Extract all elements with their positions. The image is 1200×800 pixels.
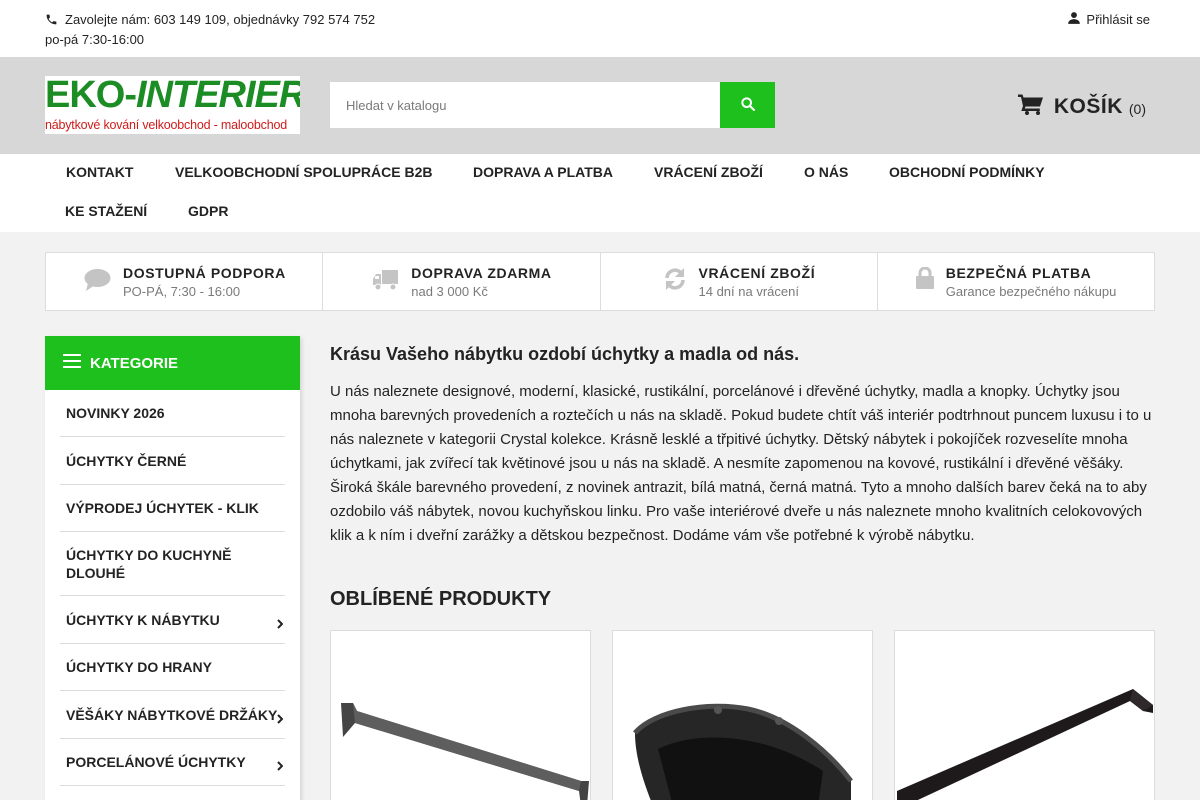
main-content: Krásu Vašeho nábytku ozdobí úchytky a ma… bbox=[330, 336, 1155, 548]
phone-icon bbox=[45, 13, 59, 31]
chevron-right-icon bbox=[277, 757, 284, 775]
page-heading: Krásu Vašeho nábytku ozdobí úchytky a ma… bbox=[330, 344, 800, 364]
categories-title: KATEGORIE bbox=[90, 354, 179, 372]
search-input[interactable] bbox=[330, 82, 720, 128]
nav-item-kontakt[interactable]: KONTAKT bbox=[66, 164, 133, 180]
category-item[interactable]: ÚCHYTKY DO KUCHYNĚ DLOUHÉ bbox=[60, 532, 285, 596]
nav-item-b2b[interactable]: VELKOOBCHODNÍ SPOLUPRÁCE B2B bbox=[175, 164, 432, 180]
cart-button[interactable]: KOŠÍK (0) bbox=[1017, 93, 1146, 120]
contact-info: Zavolejte nám: 603 149 109, objednávky 7… bbox=[45, 11, 375, 49]
nav-item-podminky[interactable]: OBCHODNÍ PODMÍNKY bbox=[889, 164, 1045, 180]
contact-phones: Zavolejte nám: 603 149 109, objednávky 7… bbox=[65, 12, 376, 27]
product-card[interactable] bbox=[330, 630, 591, 800]
feature-title: VRÁCENÍ ZBOŽÍ bbox=[698, 265, 816, 281]
truck-icon bbox=[373, 269, 399, 296]
feature-title: DOPRAVA ZDARMA bbox=[411, 265, 552, 281]
category-item[interactable]: PORCELÁNOVÉ ÚCHYTKY bbox=[60, 739, 285, 786]
nav-item-gdpr[interactable]: GDPR bbox=[188, 203, 228, 219]
top-bar: Zavolejte nám: 603 149 109, objednávky 7… bbox=[0, 0, 1200, 57]
feature-returns: VRÁCENÍ ZBOŽÍ 14 dní na vrácení bbox=[601, 253, 878, 310]
logo-tagline: nábytkové kování velkoobchod - maloobcho… bbox=[45, 118, 287, 132]
category-list: NOVINKY 2026 ÚCHYTKY ČERNÉ VÝPRODEJ ÚCHY… bbox=[45, 390, 300, 786]
chat-bubble-icon bbox=[84, 268, 111, 297]
product-grid bbox=[330, 630, 1155, 800]
site-logo[interactable]: EKO-INTERIER nábytkové kování velkoobcho… bbox=[45, 76, 300, 134]
section-title: OBLÍBENÉ PRODUKTY bbox=[330, 588, 552, 610]
user-icon bbox=[1067, 11, 1081, 29]
search-button[interactable] bbox=[720, 82, 775, 128]
product-image bbox=[331, 703, 590, 800]
category-item[interactable]: ÚCHYTKY ČERNÉ bbox=[60, 437, 285, 485]
product-image bbox=[613, 703, 872, 800]
feature-support: DOSTUPNÁ PODPORA PO-PÁ, 7:30 - 16:00 bbox=[46, 253, 324, 310]
shopping-cart-icon bbox=[1017, 93, 1044, 120]
feature-payment: BEZPEČNÁ PLATBA Garance bezpečného nákup… bbox=[878, 253, 1154, 310]
category-item[interactable]: ÚCHYTKY K NÁBYTKU bbox=[60, 596, 285, 644]
features-bar: DOSTUPNÁ PODPORA PO-PÁ, 7:30 - 16:00 DOP… bbox=[45, 252, 1155, 311]
feature-subtitle: nad 3 000 Kč bbox=[411, 284, 488, 299]
category-item[interactable]: NOVINKY 2026 bbox=[60, 390, 285, 437]
feature-shipping: DOPRAVA ZDARMA nad 3 000 Kč bbox=[323, 253, 601, 310]
nav-item-ke-stazeni[interactable]: KE STAŽENÍ bbox=[65, 203, 147, 219]
search-bar bbox=[330, 82, 775, 128]
feature-title: BEZPEČNÁ PLATBA bbox=[945, 265, 1092, 281]
chevron-right-icon bbox=[277, 615, 284, 633]
main-nav: KONTAKT VELKOOBCHODNÍ SPOLUPRÁCE B2B DOP… bbox=[0, 154, 1200, 232]
feature-subtitle: Garance bezpečného nákupu bbox=[945, 284, 1117, 299]
category-sidebar: KATEGORIE NOVINKY 2026 ÚCHYTKY ČERNÉ VÝP… bbox=[45, 336, 300, 800]
header: EKO-INTERIER nábytkové kování velkoobcho… bbox=[0, 57, 1200, 154]
nav-item-doprava[interactable]: DOPRAVA A PLATBA bbox=[473, 164, 613, 180]
lock-icon bbox=[915, 266, 934, 294]
cart-count: (0) bbox=[1128, 100, 1146, 117]
contact-hours: po-pá 7:30-16:00 bbox=[45, 32, 145, 47]
nav-item-vraceni[interactable]: VRÁCENÍ ZBOŽÍ bbox=[654, 164, 763, 180]
feature-subtitle: 14 dní na vrácení bbox=[698, 284, 799, 299]
product-card[interactable] bbox=[612, 630, 873, 800]
feature-title: DOSTUPNÁ PODPORA bbox=[123, 265, 286, 281]
login-link[interactable]: Přihlásit se bbox=[1067, 11, 1150, 29]
hamburger-menu-icon bbox=[63, 354, 81, 372]
category-item[interactable]: VĚŠÁKY NÁBYTKOVÉ DRŽÁKY bbox=[60, 691, 285, 739]
category-item[interactable]: ÚCHYTKY DO HRANY bbox=[60, 644, 285, 691]
nav-item-o-nas[interactable]: O NÁS bbox=[804, 164, 848, 180]
product-card[interactable] bbox=[894, 630, 1155, 800]
feature-subtitle: PO-PÁ, 7:30 - 16:00 bbox=[123, 284, 241, 299]
logo-wordmark: EKO-INTERIER bbox=[45, 76, 300, 116]
intro-text: U nás naleznete designové, moderní, klas… bbox=[330, 383, 1152, 544]
login-label: Přihlásit se bbox=[1086, 12, 1150, 27]
category-item[interactable]: VÝPRODEJ ÚCHYTEK - KLIK bbox=[60, 485, 285, 532]
product-image bbox=[895, 689, 1154, 800]
chevron-right-icon bbox=[277, 710, 284, 728]
categories-header[interactable]: KATEGORIE bbox=[45, 336, 300, 390]
refresh-icon bbox=[663, 267, 687, 296]
cart-label: KOŠÍK bbox=[1053, 94, 1123, 118]
search-icon bbox=[740, 96, 756, 115]
